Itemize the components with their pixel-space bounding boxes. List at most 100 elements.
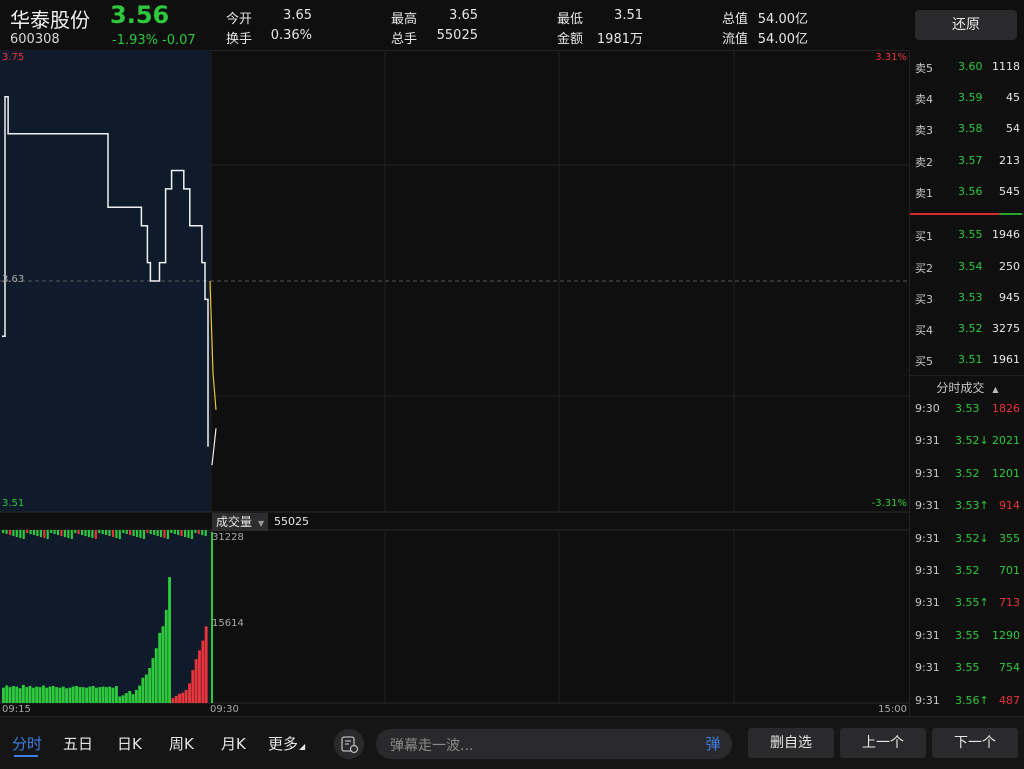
- volume-bar-down: [108, 686, 112, 703]
- bottom-toolbar: 分时 五日 日K 周K 月K 更多◢ 弹幕走一波... 弹 删自选 上一个 下一…: [0, 716, 1024, 769]
- danmu-settings-icon: [341, 736, 359, 754]
- volume-bar-down: [134, 689, 138, 703]
- tab-monthly-k[interactable]: 月K: [221, 733, 246, 754]
- volume-bar-down: [141, 677, 145, 703]
- volume-bar-down: [45, 687, 49, 703]
- volume-bar-top: [118, 530, 121, 539]
- order-book-divider: [910, 213, 1022, 215]
- tick-volume: 355: [999, 531, 1020, 545]
- volume-bar-down: [61, 686, 65, 703]
- tick-time: 9:31: [915, 693, 940, 707]
- volume-bar-down: [68, 687, 72, 703]
- volume-bar-top: [139, 530, 142, 538]
- intraday-chart[interactable]: 3.75 3.63 3.51 3.31% -3.31% 成交量 ▼ 55025 3…: [0, 50, 909, 716]
- stat-label-float-cap: 流值: [722, 32, 749, 47]
- volume-bar-top: [153, 530, 156, 535]
- volume-bar-down: [138, 685, 142, 703]
- tick-row: 9:31 3.52 1201: [910, 467, 1024, 487]
- tab-five-day[interactable]: 五日: [63, 733, 93, 754]
- volume-bar-top: [63, 530, 66, 537]
- bid-price: 3.53: [958, 291, 983, 304]
- stock-code: 600308: [10, 32, 60, 47]
- tick-price: 3.56↑: [955, 693, 989, 707]
- volume-bar-down: [158, 632, 162, 703]
- tab-weekly-k[interactable]: 周K: [169, 733, 194, 754]
- volume-bar-down: [128, 691, 132, 703]
- volume-bar-top: [81, 530, 84, 535]
- ask-volume: 45: [1006, 91, 1020, 104]
- bid-volume: 3275: [992, 322, 1020, 335]
- volume-bar-up: [204, 626, 208, 703]
- stat-value-low: 3.51: [614, 8, 643, 23]
- bid-row-5: 买5 3.51 1961: [910, 353, 1024, 373]
- volume-bar-top: [98, 530, 101, 533]
- ask-volume: 54: [1006, 122, 1020, 135]
- volume-bar-down: [164, 609, 168, 703]
- volume-bar-top: [115, 530, 118, 538]
- remove-favorite-button[interactable]: 删自选: [748, 728, 834, 758]
- danmu-toggle-button[interactable]: [334, 729, 364, 759]
- volume-bar-down: [78, 687, 82, 703]
- tab-daily-k[interactable]: 日K: [117, 733, 142, 754]
- tab-more[interactable]: 更多◢: [268, 733, 305, 754]
- volume-bar-top: [87, 530, 90, 537]
- next-stock-button[interactable]: 下一个: [932, 728, 1018, 758]
- ask-price: 3.56: [958, 185, 983, 198]
- tick-price: 3.52: [955, 466, 980, 480]
- tick-volume: 2021: [992, 434, 1020, 448]
- caret-down-icon: ▼: [258, 519, 265, 528]
- ask-price: 3.60: [958, 60, 983, 73]
- volume-bar-top: [43, 530, 46, 538]
- volume-bar-top: [32, 530, 36, 535]
- volume-bar-down: [41, 685, 45, 703]
- stat-value-turnover: 0.36%: [270, 28, 312, 43]
- bid-price: 3.55: [958, 228, 983, 241]
- volume-bar-down: [38, 687, 42, 703]
- volume-tab-label: 成交量: [216, 515, 253, 529]
- ask-row-4: 卖4 3.59 45: [910, 91, 1024, 111]
- volume-bar-top: [159, 530, 163, 537]
- tab-more-label: 更多: [268, 735, 299, 753]
- ask-volume: 1118: [992, 60, 1020, 73]
- active-tab-indicator: [14, 755, 38, 757]
- volume-bar-down: [111, 687, 115, 703]
- volume-bar-down: [154, 648, 158, 703]
- time-end-label: 15:00: [878, 704, 907, 715]
- volume-bar-down: [168, 577, 171, 703]
- tick-volume: 487: [999, 693, 1020, 707]
- caret-up-icon: ▲: [992, 385, 999, 394]
- volume-bar-down: [81, 687, 85, 703]
- restore-button[interactable]: 还原: [915, 10, 1017, 40]
- tick-list-toggle[interactable]: 分时成交 ▲: [910, 375, 1024, 400]
- volume-bar-top: [46, 530, 49, 539]
- tick-row: 9:31 3.52↓ 2021: [910, 434, 1024, 454]
- tab-minute[interactable]: 分时: [12, 733, 42, 754]
- danmu-send-button[interactable]: 弹: [698, 732, 728, 756]
- previous-stock-button[interactable]: 上一个: [840, 728, 926, 758]
- volume-bar-down: [55, 687, 59, 703]
- tick-time: 9:30: [915, 402, 940, 415]
- tick-time: 9:31: [915, 628, 940, 642]
- volume-bar-top: [53, 530, 56, 534]
- volume-bar-up: [194, 659, 198, 703]
- change-amount: -0.07: [162, 33, 196, 48]
- volume-bar-down: [91, 686, 95, 703]
- time-open-label: 09:30: [210, 704, 239, 715]
- time-start-label: 09:15: [2, 704, 31, 715]
- volume-indicator-select[interactable]: 成交量 ▼: [212, 513, 269, 531]
- order-book-panel: 卖5 3.60 1118 卖4 3.59 45 卖3 3.58 54 卖2 3.57 213 卖…: [909, 50, 1024, 716]
- bid-label: 买1: [915, 230, 933, 243]
- volume-bar-top: [177, 530, 180, 535]
- volume-bar-top: [194, 530, 197, 533]
- volume-bar-top: [56, 530, 60, 535]
- volume-bar-down: [161, 626, 165, 703]
- danmu-input[interactable]: 弹幕走一波... 弹: [376, 729, 732, 759]
- bid-label: 买5: [915, 355, 933, 368]
- volume-bar-top: [163, 530, 166, 538]
- stat-value-open: 3.65: [283, 8, 312, 23]
- volume-bar-top: [70, 530, 73, 539]
- volume-bar-down: [71, 686, 75, 703]
- volume-bar-down: [18, 688, 22, 703]
- volume-bar-down: [124, 693, 128, 703]
- volume-bar-top: [166, 530, 169, 539]
